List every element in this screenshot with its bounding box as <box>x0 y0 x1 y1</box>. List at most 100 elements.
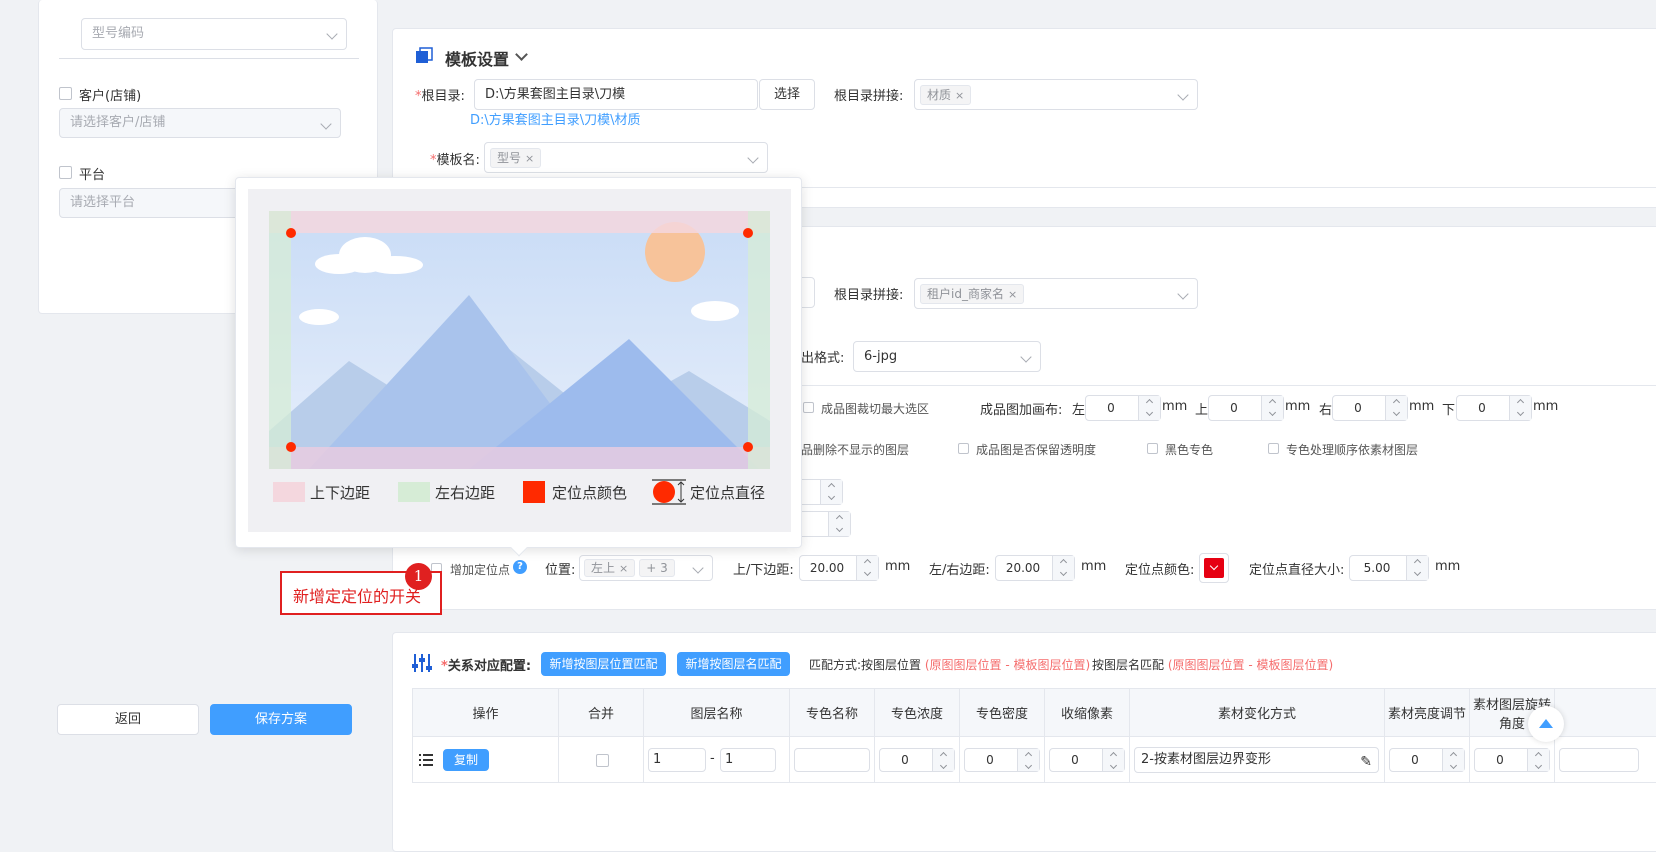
spot-name-input[interactable] <box>794 748 870 772</box>
format-label: 出格式: <box>801 347 844 366</box>
black-spot-label: 黑色专色 <box>1165 441 1213 458</box>
cell-spot-thickness: 0 <box>960 737 1045 783</box>
template-name-label: *模板名: <box>430 149 480 168</box>
stepper-arrows-icon[interactable] <box>1138 396 1160 420</box>
rotation-stepper[interactable]: 0 <box>1474 748 1550 772</box>
template-name-select[interactable]: 型号 × <box>484 142 768 173</box>
chevron-down-icon <box>1210 562 1218 570</box>
merge-checkbox[interactable] <box>596 754 609 767</box>
root-dir-input[interactable]: D:\方果套图主目录\刀模 <box>474 79 758 110</box>
canvas-right-stepper[interactable]: 0 <box>1332 395 1408 421</box>
stepper-arrows-icon[interactable] <box>1052 556 1074 580</box>
stepper-arrows-icon[interactable] <box>1442 749 1464 771</box>
drag-handle-icon[interactable] <box>419 753 433 767</box>
extra-input[interactable] <box>1559 748 1639 772</box>
canvas-left-stepper[interactable]: 0 <box>1085 395 1161 421</box>
save-plan-button[interactable]: 保存方案 <box>210 704 352 735</box>
stepper-arrows-icon[interactable] <box>828 512 850 536</box>
stepper-arrows-icon[interactable] <box>856 556 878 580</box>
back-button[interactable]: 返回 <box>57 704 199 735</box>
position-label: 位置: <box>545 559 575 578</box>
root-join-tag-text: 材质 <box>927 88 951 102</box>
tb-margin-label: 上/下边距: <box>733 559 794 578</box>
stepper-arrows-icon[interactable] <box>1385 396 1407 420</box>
layer-to-input[interactable]: 1 <box>720 748 776 772</box>
brightness-value: 0 <box>1411 753 1419 767</box>
match-position-label: 匹配方式:按图层位置 <box>809 658 921 672</box>
spot-thickness-stepper[interactable]: 0 <box>964 748 1040 772</box>
customer-checkbox[interactable] <box>59 87 72 100</box>
shrink-stepper[interactable]: 0 <box>1049 748 1125 772</box>
chevron-down-icon[interactable] <box>515 48 528 61</box>
model-code-select[interactable]: 型号编码 <box>81 18 347 50</box>
locate-color-label: 定位点颜色: <box>1125 559 1194 578</box>
close-icon[interactable]: × <box>525 152 534 165</box>
col-header: 合并 <box>559 689 644 737</box>
stepper-arrows-icon[interactable] <box>1017 749 1039 771</box>
chevron-down-icon <box>1177 89 1188 100</box>
canvas-right-label: 右 <box>1319 399 1332 418</box>
close-icon[interactable]: × <box>1008 288 1017 301</box>
canvas-bottom-label: 下 <box>1442 399 1455 418</box>
position-select[interactable]: 左上×+ 3 <box>579 555 713 581</box>
format-select[interactable]: 6-jpg <box>853 341 1041 372</box>
output-root-join-select[interactable]: 租户id_商家名× <box>914 278 1198 309</box>
canvas-top-stepper[interactable]: 0 <box>1208 395 1284 421</box>
spot-density-stepper[interactable]: 0 <box>879 748 955 772</box>
crop-max-checkbox[interactable] <box>803 402 814 413</box>
tb-margin-stepper[interactable]: 20.00 <box>799 555 879 581</box>
material-mode-input[interactable]: 2-按素材图层边界变形✎ <box>1134 747 1379 773</box>
stepper-arrows-icon[interactable] <box>932 749 954 771</box>
back-to-top-button[interactable] <box>1528 706 1564 742</box>
col-header: 专色名称 <box>790 689 875 737</box>
chevron-down-icon <box>320 118 331 129</box>
layer-from-input[interactable]: 1 <box>648 748 706 772</box>
select-dir-button[interactable]: 选择 <box>759 79 815 110</box>
customer-select[interactable]: 请选择客户/店铺 <box>59 108 341 138</box>
locate-diameter-stepper[interactable]: 5.00 <box>1349 555 1429 581</box>
platform-placeholder: 请选择平台 <box>70 195 135 210</box>
copy-button[interactable]: 复制 <box>443 749 489 771</box>
cell-brightness: 0 <box>1385 737 1470 783</box>
add-locate-label: 增加定位点 <box>450 561 510 578</box>
pencil-icon[interactable]: ✎ <box>1360 750 1372 773</box>
stepper-arrows-icon[interactable] <box>820 480 842 504</box>
divider <box>59 58 359 59</box>
root-dir-label-text: 根目录: <box>422 89 465 104</box>
unit-label: mm <box>885 559 910 574</box>
platform-checkbox[interactable] <box>59 166 72 179</box>
locate-color-picker[interactable] <box>1199 553 1229 583</box>
canvas-bottom-value: 0 <box>1478 401 1486 415</box>
help-icon[interactable]: ? <box>513 560 527 574</box>
chevron-down-icon <box>1020 351 1031 362</box>
delete-hidden-label: 品删除不显示的图层 <box>801 441 909 458</box>
root-join-select[interactable]: 材质 × <box>914 79 1198 110</box>
position-tag: 左上× <box>584 559 635 577</box>
unit-label: mm <box>1081 559 1106 574</box>
close-icon[interactable]: × <box>955 89 964 102</box>
stepper-arrows-icon[interactable] <box>1406 556 1428 580</box>
keep-transparency-checkbox[interactable] <box>958 443 969 454</box>
locate-diameter-label: 定位点直径大小: <box>1249 559 1344 578</box>
black-spot-checkbox[interactable] <box>1147 443 1158 454</box>
template-name-tag-text: 型号 <box>497 151 521 165</box>
lr-margin-stepper[interactable]: 20.00 <box>995 555 1075 581</box>
spot-thickness-value: 0 <box>986 753 994 767</box>
legend-diameter-label: 定位点直径 <box>690 482 765 503</box>
stepper-arrows-icon[interactable] <box>1527 749 1549 771</box>
stepper-arrows-icon[interactable] <box>1261 396 1283 420</box>
relation-config-panel: *关系对应配置: 新增按图层位置匹配 新增按图层名匹配 匹配方式:按图层位置 (… <box>392 632 1656 852</box>
stepper-arrows-icon[interactable] <box>1102 749 1124 771</box>
brightness-stepper[interactable]: 0 <box>1389 748 1465 772</box>
diameter-icon <box>652 478 688 506</box>
match-position-text: 匹配方式:按图层位置 (原图图层位置 - 模板图层位置) <box>809 656 1090 673</box>
spot-order-checkbox[interactable] <box>1268 443 1279 454</box>
canvas-bottom-stepper[interactable]: 0 <box>1456 395 1532 421</box>
preview-illustration <box>269 211 770 469</box>
customer-placeholder: 请选择客户/店铺 <box>70 115 165 130</box>
sliders-icon <box>411 653 433 673</box>
stepper-arrows-icon[interactable] <box>1509 396 1531 420</box>
close-icon[interactable]: × <box>619 562 628 575</box>
add-by-name-button[interactable]: 新增按图层名匹配 <box>677 652 790 676</box>
add-by-position-button[interactable]: 新增按图层位置匹配 <box>541 652 666 676</box>
